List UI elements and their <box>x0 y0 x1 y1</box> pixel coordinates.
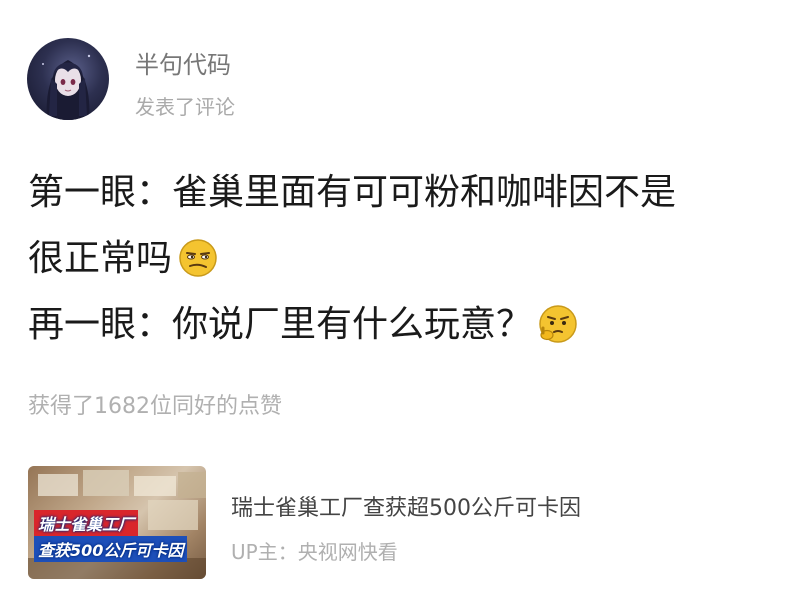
comment-line-3-text: 再一眼：你说厂里有什么玩意？ <box>28 304 533 345</box>
smirk-emoji-icon <box>178 238 218 278</box>
comment-line-2: 很正常吗 <box>28 226 768 292</box>
video-uploader: UP主：央视网快看 <box>231 540 398 564</box>
thumbnail-caption-line-2: 查获500公斤可卡因 <box>34 536 188 562</box>
video-title[interactable]: 瑞士雀巢工厂查获超500公斤可卡因 <box>231 490 581 522</box>
comment-body: 第一眼：雀巢里面有可可粉和咖啡因不是 很正常吗 再一眼：你说厂里有什么玩意？ <box>28 160 768 358</box>
comment-line-1: 第一眼：雀巢里面有可可粉和咖啡因不是 <box>28 172 677 213</box>
anime-avatar-icon <box>42 54 91 120</box>
comment-line-2-text: 很正常吗 <box>28 238 173 279</box>
comment-line-3: 再一眼：你说厂里有什么玩意？ <box>28 292 768 358</box>
video-thumbnail[interactable]: 瑞士雀巢工厂 查获500公斤可卡因 <box>28 466 206 579</box>
post-action-label: 发表了评论 <box>135 95 235 119</box>
user-avatar[interactable] <box>27 38 109 120</box>
thumbnail-caption-line-1: 瑞士雀巢工厂 <box>34 510 139 536</box>
username[interactable]: 半句代码 <box>135 45 231 80</box>
likes-count: 获得了1682位同好的点赞 <box>28 394 282 419</box>
thinking-emoji-icon <box>538 304 578 344</box>
video-card[interactable]: 瑞士雀巢工厂 查获500公斤可卡因 瑞士雀巢工厂查获超500公斤可卡因 UP主：… <box>28 466 768 581</box>
